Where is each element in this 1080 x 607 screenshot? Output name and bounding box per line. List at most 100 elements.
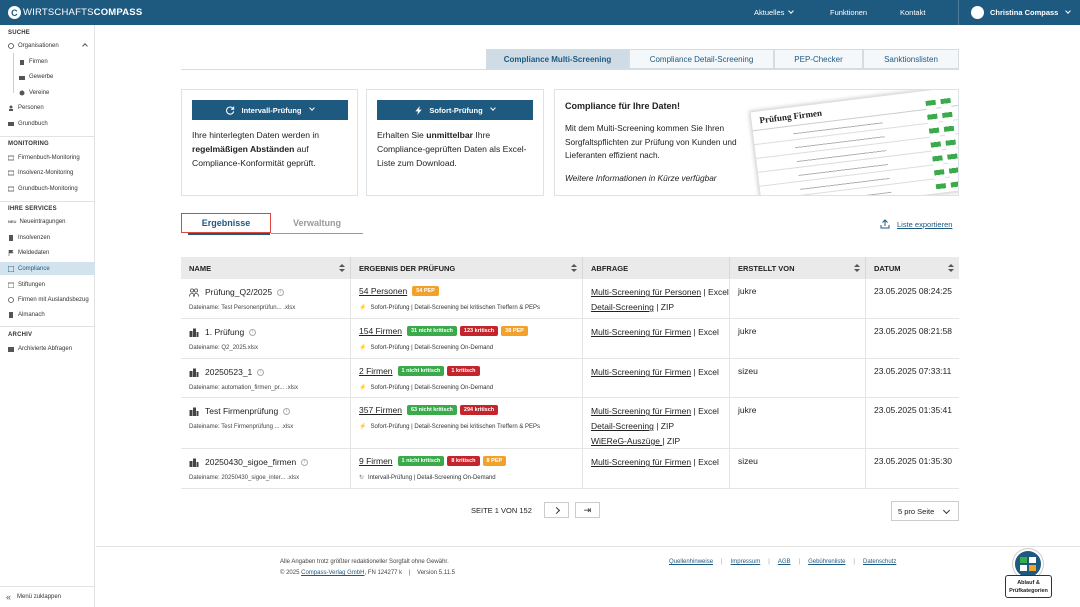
sidebar-item-grundbuch-monitoring[interactable]: Grundbuch-Monitoring xyxy=(0,182,95,195)
header-label: DATUM xyxy=(874,263,901,273)
result-summary: 2 Firmen 1 nicht kritisch 1 kritisch xyxy=(359,366,483,376)
tab-pep-checker[interactable]: PEP-Checker xyxy=(774,49,863,69)
header-label: ABFRAGE xyxy=(591,263,629,273)
query-link[interactable]: Multi-Screening für Firmen xyxy=(591,457,691,467)
result-link[interactable]: 154 Firmen xyxy=(359,326,402,336)
tab-label: Compliance Multi-Screening xyxy=(503,54,612,64)
table-row[interactable]: 20250430_sigoe_firmen i Dateiname: 202504… xyxy=(181,449,959,489)
col-header-datum[interactable]: DATUM xyxy=(866,257,959,279)
chevron-right-icon xyxy=(552,506,560,514)
table-row[interactable]: Prüfung_Q2/2025 i Dateiname: Test Persone… xyxy=(181,279,959,319)
cell-name: 20250430_sigoe_firmen i Dateiname: 202504… xyxy=(181,449,351,488)
created-date: 23.05.2025 08:21:58 xyxy=(874,326,952,336)
sidebar-item-label: Grundbuch-Monitoring xyxy=(18,185,78,192)
sofort-pruefung-button[interactable]: Sofort-Prüfung xyxy=(377,100,533,120)
footer-divider xyxy=(96,546,1080,547)
nav-funktionen[interactable]: Funktionen xyxy=(830,0,867,25)
result-summary: 154 Firmen 31 nicht kritisch 123 kritisch 3… xyxy=(359,326,531,336)
result-summary: 357 Firmen 63 nicht kritisch 294 kritisch xyxy=(359,405,501,415)
result-badge: 8 PEP xyxy=(482,456,507,466)
table-row[interactable]: 1. Prüfung i Dateiname: Q2_2025.xlsx 154 … xyxy=(181,319,959,359)
export-list-button[interactable]: Liste exportieren xyxy=(880,219,952,229)
sidebar-section-monitoring: MONITORING xyxy=(8,141,49,147)
sidebar-item-stiftungen[interactable]: Stiftungen xyxy=(0,278,95,291)
sidebar-item-almanach[interactable]: Almanach xyxy=(0,308,95,321)
sidebar-item-insolvenz-monitoring[interactable]: Insolvenz-Monitoring xyxy=(0,166,95,179)
header-label: ERSTELLT VON xyxy=(738,263,795,273)
footer-link-quellenhinweise[interactable]: Quellenhinweise xyxy=(669,559,713,565)
col-header-ergebnis[interactable]: ERGEBNIS DER PRÜFUNG xyxy=(351,257,583,279)
nav-kontakt[interactable]: Kontakt xyxy=(900,0,925,25)
col-header-erstellt[interactable]: ERSTELLT VON xyxy=(730,257,866,279)
help-widget-label[interactable]: Ablauf & Prüfkategorien xyxy=(1005,575,1052,598)
logo-text-bold: COMPASS xyxy=(93,7,143,18)
sidebar-item-neueintragungen[interactable]: NEU Neueintragungen xyxy=(0,215,95,228)
sidebar-item-grundbuch[interactable]: Grundbuch xyxy=(0,117,95,130)
result-badge: 294 kritisch xyxy=(459,405,499,415)
result-link[interactable]: 9 Firmen xyxy=(359,456,393,466)
query-link[interactable]: Detail-Screening xyxy=(591,302,654,312)
cell-date: 23.05.2025 01:35:30 xyxy=(866,449,959,488)
sidebar-item-auslandsbezug[interactable]: Firmen mit Auslandsbezug xyxy=(0,293,95,306)
sidebar-item-compliance[interactable]: Compliance xyxy=(0,262,95,275)
intervall-pruefung-button[interactable]: Intervall-Prüfung xyxy=(192,100,348,120)
sidebar-item-personen[interactable]: Personen xyxy=(0,101,95,114)
tab-detail-screening[interactable]: Compliance Detail-Screening xyxy=(629,49,774,69)
info-icon[interactable]: i xyxy=(257,368,265,376)
text: Ihre hinterlegten Daten werden in xyxy=(192,130,320,140)
sidebar-item-meldedaten[interactable]: Meldedaten xyxy=(0,246,95,259)
query-list: Multi-Screening für Personen | Excel Deta… xyxy=(591,285,729,315)
subtab-verwaltung[interactable]: Verwaltung xyxy=(271,213,363,234)
sidebar-item-vereine[interactable]: Vereine xyxy=(0,86,95,99)
query-link[interactable]: WiEReG-Auszüge xyxy=(591,436,662,446)
result-link[interactable]: 54 Personen xyxy=(359,286,407,296)
sidebar-item-archivierte-abfragen[interactable]: Archivierte Abfragen xyxy=(0,342,95,355)
footer-link-gebuehrenliste[interactable]: Gebührenliste xyxy=(808,559,845,565)
table-row[interactable]: 20250523_1 i Dateiname: automation_firmen… xyxy=(181,359,959,398)
info-icon[interactable]: i xyxy=(249,328,257,336)
footer-link-datenschutz[interactable]: Datenschutz xyxy=(863,559,896,565)
logo[interactable]: C WIRTSCHAFTS COMPASS xyxy=(8,5,142,20)
query-link[interactable]: Detail-Screening xyxy=(591,421,654,431)
footer-link-impressum[interactable]: Impressum xyxy=(731,559,761,565)
footer-link-agb[interactable]: AGB xyxy=(778,559,791,565)
query-link[interactable]: Multi-Screening für Firmen xyxy=(591,327,691,337)
info-icon[interactable]: i xyxy=(277,288,285,296)
table-row[interactable]: Test Firmenprüfung i Dateiname: Test Firm… xyxy=(181,398,959,449)
user-menu[interactable]: Christina Compass xyxy=(958,0,1080,25)
chevron-down-icon xyxy=(1065,7,1072,14)
collapse-menu-button[interactable]: « Menü zuklappen xyxy=(0,586,95,607)
result-summary: 9 Firmen 1 nicht kritisch 8 kritisch 8 PEP xyxy=(359,456,509,466)
sidebar-section-archiv: ARCHIV xyxy=(8,332,33,338)
info-icon[interactable]: i xyxy=(283,407,291,415)
result-mode-text: Sofort-Prüfung | Detail-Screening On-Dem… xyxy=(370,384,494,391)
row-filename: Dateiname: Test Personenprüfun... .xlsx xyxy=(189,305,296,311)
tab-sanktionslisten[interactable]: Sanktionslisten xyxy=(863,49,959,69)
query-format: | Excel xyxy=(691,327,719,337)
info-icon[interactable]: i xyxy=(301,458,309,466)
next-page-button[interactable] xyxy=(543,502,569,518)
per-page-select[interactable]: 5 pro Seite xyxy=(891,501,959,521)
result-link[interactable]: 357 Firmen xyxy=(359,405,402,415)
sidebar-item-label: Grundbuch xyxy=(18,120,48,127)
sidebar-item-gewerbe[interactable]: Gewerbe xyxy=(0,70,95,83)
sidebar-item-firmenbuch-monitoring[interactable]: Firmenbuch-Monitoring xyxy=(0,151,95,164)
tab-multi-screening[interactable]: Compliance Multi-Screening xyxy=(486,49,629,69)
card-sofort-pruefung: Sofort-Prüfung Erhalten Sie unmittelbar … xyxy=(366,89,544,196)
subtab-label: Ergebnisse xyxy=(201,218,251,228)
sidebar-item-label: Stiftungen xyxy=(18,281,46,288)
nav-aktuelles[interactable]: Aktuelles xyxy=(754,0,795,25)
subtab-ergebnisse[interactable]: Ergebnisse xyxy=(181,213,271,235)
sidebar-item-insolvenzen[interactable]: Insolvenzen xyxy=(0,231,95,244)
query-link[interactable]: Multi-Screening für Personen xyxy=(591,287,701,297)
sidebar-item-firmen[interactable]: Firmen xyxy=(0,55,95,68)
sidebar-item-organisationen[interactable]: Organisationen xyxy=(0,39,95,52)
checklist-icon xyxy=(8,265,14,272)
query-link[interactable]: Multi-Screening für Firmen xyxy=(591,406,691,416)
col-header-name[interactable]: NAME xyxy=(181,257,351,279)
result-link[interactable]: 2 Firmen xyxy=(359,366,393,376)
last-page-button[interactable]: ⇥ xyxy=(574,502,600,518)
query-link[interactable]: Multi-Screening für Firmen xyxy=(591,367,691,377)
lightning-icon: ⚡ xyxy=(359,305,367,311)
company-link[interactable]: Compass-Verlag GmbH xyxy=(301,570,364,576)
